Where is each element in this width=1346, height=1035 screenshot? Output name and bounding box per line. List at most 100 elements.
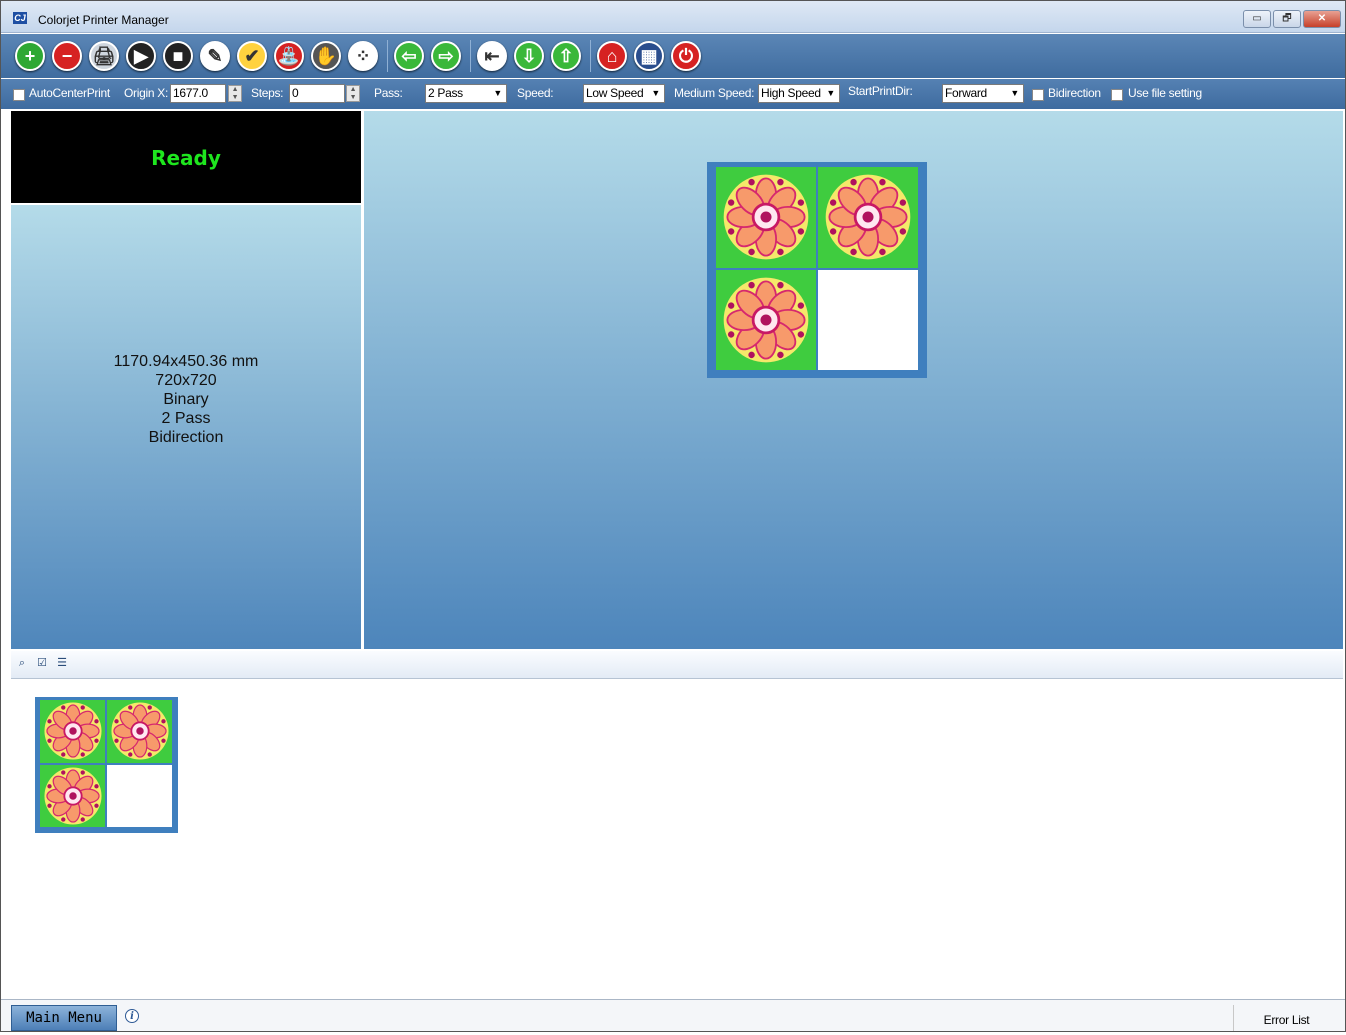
main-toolbar: + − 🖨 ▶ ■ ✎ ✔ ⛲ ✋ ⁘ ⇦ ⇨ ⇤ ⇩ ⇧ ⌂ ▦ ⏻ xyxy=(1,34,1345,78)
job-pass: 2 Pass xyxy=(161,410,211,427)
speed-select-value: Low Speed xyxy=(586,86,644,100)
mandala-tile xyxy=(716,167,816,268)
add-job-icon: + xyxy=(15,41,45,71)
use-file-setting-checkbox[interactable] xyxy=(1111,89,1123,101)
start-dir-select[interactable]: Forward ▼ xyxy=(942,84,1024,103)
app-logo-icon: CJ xyxy=(13,12,27,24)
resume-icon: ▶ xyxy=(126,41,156,71)
print-preview-area xyxy=(364,111,1343,649)
empty-tile xyxy=(818,269,918,370)
home-button[interactable]: ⌂ xyxy=(595,39,629,73)
steps-input[interactable]: 0 xyxy=(289,84,345,103)
check-nozzle-icon: ✔ xyxy=(237,41,267,71)
mandala-tile xyxy=(107,700,172,763)
chevron-down-icon: ▼ xyxy=(493,88,502,98)
move-right-icon: ⇨ xyxy=(431,41,461,71)
stop-button[interactable]: ■ xyxy=(161,39,195,73)
job-thumbnail[interactable] xyxy=(35,697,178,833)
job-thumbnail-list xyxy=(11,681,1343,997)
status-panel: Ready xyxy=(11,111,361,203)
origin-x-label: Origin X: xyxy=(124,86,168,100)
print-settings-bar: AutoCenterPrint Origin X: 1677.0 ▲ ▼ Step… xyxy=(1,79,1345,109)
mandala-tile xyxy=(818,167,918,268)
settings-panel-button[interactable]: ▦ xyxy=(632,39,666,73)
job-resolution: 720x720 xyxy=(155,372,217,389)
medium-speed-select[interactable]: High Speed ▼ xyxy=(758,84,840,103)
chevron-down-icon: ▼ xyxy=(826,88,835,98)
status-text: Ready xyxy=(151,146,221,170)
pass-select-value: 2 Pass xyxy=(428,86,463,100)
set-origin-button[interactable]: ⇤ xyxy=(475,39,509,73)
minimize-button[interactable]: ▭ xyxy=(1243,10,1271,28)
job-size: 1170.94x450.36 mm xyxy=(113,353,259,370)
add-job-button[interactable]: + xyxy=(13,39,47,73)
job-list-toolbar: ⌕ ☑ ☰ xyxy=(11,651,1343,679)
pause-hand-button[interactable]: ✋ xyxy=(309,39,343,73)
pass-select[interactable]: 2 Pass ▼ xyxy=(425,84,507,103)
move-up-button[interactable]: ⇧ xyxy=(549,39,583,73)
stop-icon: ■ xyxy=(163,41,193,71)
mandala-tile xyxy=(40,700,105,763)
main-menu-button[interactable]: Main Menu xyxy=(11,1005,117,1031)
resume-button[interactable]: ▶ xyxy=(124,39,158,73)
pause-hand-icon: ✋ xyxy=(311,41,341,71)
move-down-button[interactable]: ⇩ xyxy=(512,39,546,73)
settings-panel-icon: ▦ xyxy=(634,41,664,71)
move-down-icon: ⇩ xyxy=(514,41,544,71)
bidirection-checkbox[interactable] xyxy=(1032,89,1044,101)
pass-label: Pass: xyxy=(374,86,403,100)
power-button[interactable]: ⏻ xyxy=(669,39,703,73)
restore-button[interactable]: 🗗 xyxy=(1273,10,1301,28)
print-icon: 🖨 xyxy=(89,41,119,71)
speed-select[interactable]: Low Speed ▼ xyxy=(583,84,665,103)
list-icon[interactable]: ☰ xyxy=(55,656,69,670)
toolbar-separator xyxy=(470,40,471,72)
empty-tile xyxy=(107,764,172,827)
app-window: CJ Colorjet Printer Manager ▭ 🗗 ✕ + − 🖨 ▶ ■ ✎… xyxy=(0,0,1346,1032)
color-dots-button[interactable]: ⁘ xyxy=(346,39,380,73)
medium-speed-select-value: High Speed xyxy=(761,86,821,100)
title-bar: CJ Colorjet Printer Manager ▭ 🗗 ✕ xyxy=(1,1,1345,33)
check-nozzle-button[interactable]: ✔ xyxy=(235,39,269,73)
binoculars-icon[interactable]: ⌕ xyxy=(15,656,29,670)
job-mode: Binary xyxy=(163,391,209,408)
origin-x-spinner[interactable]: ▲ ▼ xyxy=(228,85,242,102)
auto-center-checkbox[interactable] xyxy=(13,89,25,101)
flash-icon: ⛲ xyxy=(274,41,304,71)
remove-job-button[interactable]: − xyxy=(50,39,84,73)
color-dots-icon: ⁘ xyxy=(348,41,378,71)
toolbar-separator xyxy=(387,40,388,72)
mandala-tile xyxy=(716,269,816,370)
job-direction: Bidirection xyxy=(148,429,224,446)
document-check-icon[interactable]: ☑ xyxy=(35,656,49,670)
error-list-button[interactable]: Error List xyxy=(1233,1005,1339,1031)
medium-speed-label: Medium Speed: xyxy=(674,86,755,100)
start-dir-select-value: Forward xyxy=(945,86,987,100)
window-title: Colorjet Printer Manager xyxy=(38,13,169,27)
set-origin-icon: ⇤ xyxy=(477,41,507,71)
close-button[interactable]: ✕ xyxy=(1303,10,1341,28)
auto-center-label: AutoCenterPrint xyxy=(29,86,110,100)
chevron-down-icon: ▼ xyxy=(1010,88,1019,98)
bidirection-label: Bidirection xyxy=(1048,86,1101,100)
start-print-dir-label: StartPrintDir: xyxy=(848,84,913,98)
move-left-button[interactable]: ⇦ xyxy=(392,39,426,73)
home-icon: ⌂ xyxy=(597,41,627,71)
preview-image[interactable] xyxy=(707,162,927,378)
remove-job-icon: − xyxy=(52,41,82,71)
chevron-down-icon: ▼ xyxy=(651,88,660,98)
move-right-button[interactable]: ⇨ xyxy=(429,39,463,73)
info-icon[interactable]: i xyxy=(125,1009,139,1023)
steps-spinner[interactable]: ▲ ▼ xyxy=(346,85,360,102)
clean-head-button[interactable]: ✎ xyxy=(198,39,232,73)
use-file-setting-label: Use file setting xyxy=(1128,86,1202,100)
print-button[interactable]: 🖨 xyxy=(87,39,121,73)
origin-x-input[interactable]: 1677.0 xyxy=(170,84,226,103)
flash-button[interactable]: ⛲ xyxy=(272,39,306,73)
power-icon: ⏻ xyxy=(671,41,701,71)
move-left-icon: ⇦ xyxy=(394,41,424,71)
toolbar-separator xyxy=(590,40,591,72)
clean-head-icon: ✎ xyxy=(200,41,230,71)
move-up-icon: ⇧ xyxy=(551,41,581,71)
job-info-panel: 1170.94x450.36 mm 720x720 Binary 2 Pass … xyxy=(11,205,361,649)
